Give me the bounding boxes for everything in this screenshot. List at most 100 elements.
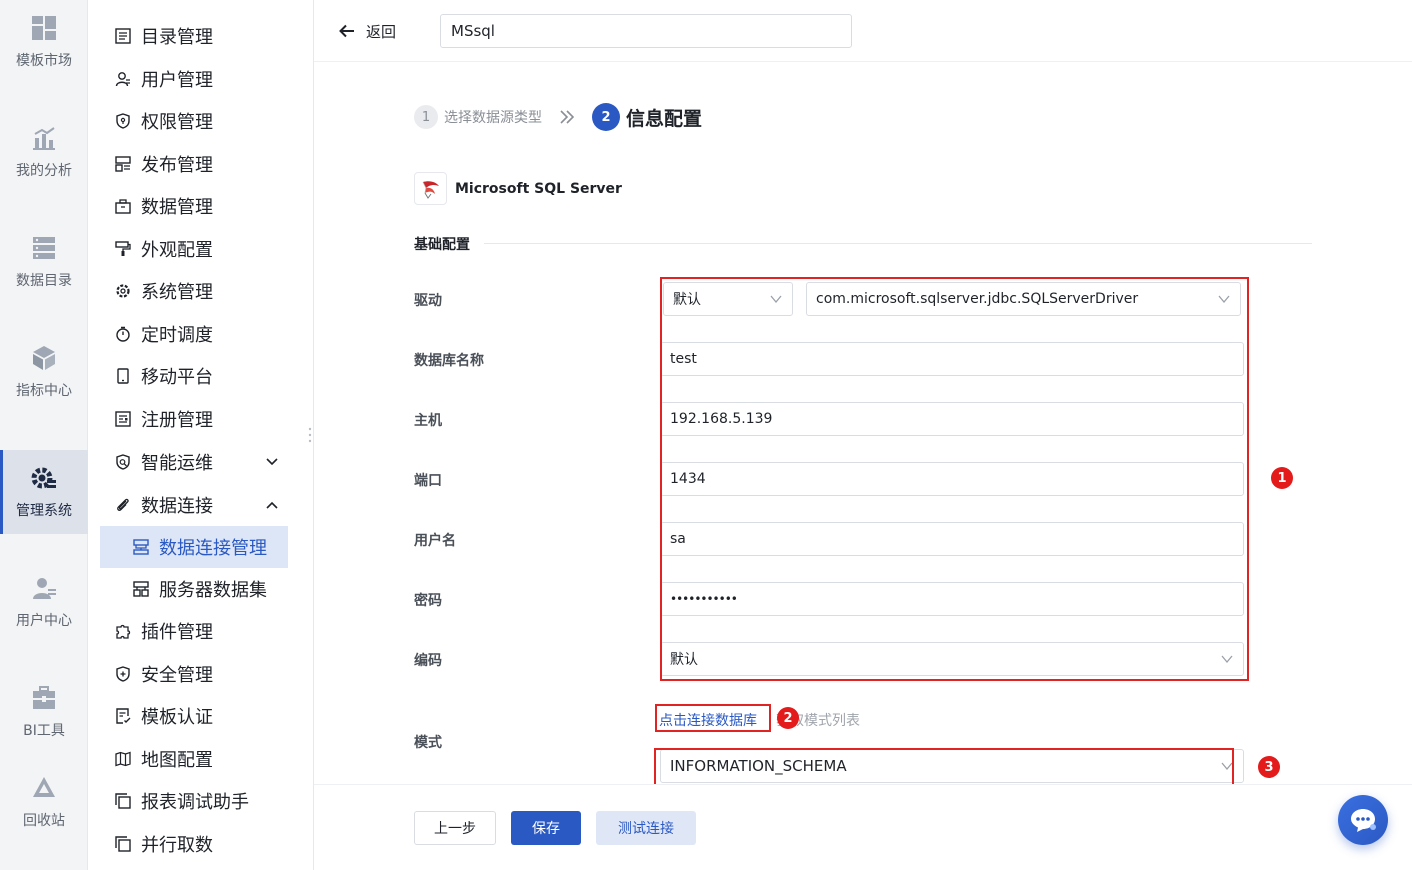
schema-label: 模式 [414,735,442,751]
step-1-label[interactable]: 选择数据源类型 [444,107,542,127]
connect-database-link[interactable]: 点击连接数据库 [659,710,757,730]
chevron-down-icon [770,295,782,304]
nav-item-appearance[interactable]: 外观配置 [114,234,213,264]
driver-class-select[interactable]: com.microsoft.sqlserver.jdbc.SQLServerDr… [806,282,1241,316]
puzzle-icon [114,622,132,640]
rail-item-data-catalog[interactable]: 数据目录 [0,220,88,304]
nav-item-plugins[interactable]: 插件管理 [114,616,213,646]
double-chevron-right-icon [560,110,575,124]
save-button[interactable]: 保存 [511,811,581,845]
chevron-up-icon[interactable] [264,497,280,513]
copy-icon [114,835,132,853]
nav-item-data-connection-management[interactable]: 数据连接管理 [100,526,288,568]
password-input[interactable]: ••••••••••• [660,582,1244,616]
host-label: 主机 [414,413,442,429]
dbname-input[interactable]: test [660,342,1244,376]
form-footer: 上一步 保存 测试连接 [314,784,1412,870]
rail-item-user-center[interactable]: 用户中心 [0,560,88,644]
nav-item-label: 发布管理 [141,155,213,176]
dataset-icon [132,580,150,598]
driver-mode-select[interactable]: 默认 [663,282,793,316]
nav-item-security[interactable]: 安全管理 [114,659,213,689]
nav-item-permissions[interactable]: 权限管理 [114,106,213,136]
form-icon [114,410,132,428]
nav-item-label: 移动平台 [141,367,213,388]
step-2-number: 2 [592,103,620,131]
phone-icon [114,367,132,385]
nav-item-users[interactable]: 用户管理 [114,64,213,94]
test-connection-button[interactable]: 测试连接 [596,811,696,845]
briefcase-icon [114,197,132,215]
user-icon [30,574,58,602]
top-bar: 返回 [314,0,1412,62]
connection-name-input[interactable] [440,14,852,48]
nav-item-report-debug[interactable]: 报表调试助手 [114,786,249,816]
rail-item-metrics-center[interactable]: 指标中心 [0,330,88,414]
chat-assistant-button[interactable] [1338,795,1388,845]
nav-item-label: 数据管理 [141,197,213,218]
layout-icon [114,155,132,173]
nav-item-registration[interactable]: 注册管理 [114,404,213,434]
schema-value: INFORMATION_SCHEMA [670,757,847,775]
rail-item-label: 数据目录 [16,273,72,289]
host-input[interactable]: 192.168.5.139 [660,402,1244,436]
nav-item-label: 注册管理 [141,410,213,431]
nav-item-label: 模板认证 [141,707,213,728]
arrow-left-icon [339,24,354,38]
nav-item-label: 智能运维 [141,453,213,474]
back-button[interactable]: 返回 [338,16,396,46]
list-icon [114,27,132,45]
encoding-select[interactable]: 默认 [660,642,1244,676]
nav-item-parallel-fetch[interactable]: 并行取数 [114,829,213,859]
nav-item-label: 服务器数据集 [159,580,267,601]
sql-server-logo-icon [414,172,447,205]
rail-item-bi-tools[interactable]: BI工具 [0,670,88,754]
nav-item-label: 用户管理 [141,70,213,91]
chart-icon [30,124,58,152]
previous-step-button[interactable]: 上一步 [414,811,496,845]
driver-class-value: com.microsoft.sqlserver.jdbc.SQLServerDr… [816,291,1139,307]
rail-item-label: 指标中心 [16,383,72,399]
smart-ops-icon [114,453,132,471]
chevron-down-icon [1221,762,1233,771]
nav-item-label: 目录管理 [141,27,213,48]
nav-item-publish[interactable]: 发布管理 [114,149,213,179]
paint-roller-icon [114,240,132,258]
nav-item-map-config[interactable]: 地图配置 [114,744,213,774]
rail-item-label: 用户中心 [16,613,72,629]
host-value: 192.168.5.139 [670,411,773,427]
nav-item-scheduling[interactable]: 定时调度 [114,319,213,349]
section-title: 基础配置 [414,237,470,253]
nav-item-server-dataset[interactable]: 服务器数据集 [100,568,288,610]
back-label: 返回 [366,22,397,41]
schema-select[interactable]: INFORMATION_SCHEMA [660,749,1244,783]
stepper: 1 选择数据源类型 2 信息配置 [414,102,702,132]
nav-item-catalog[interactable]: 目录管理 [114,21,213,51]
database-icon [30,234,58,262]
nav-item-mobile[interactable]: 移动平台 [114,361,213,391]
rail-item-label: 回收站 [23,813,65,829]
nav-item-label: 权限管理 [141,112,213,133]
nav-item-label: 并行取数 [141,835,213,856]
nav-item-data-management[interactable]: 数据管理 [114,191,213,221]
username-input[interactable]: sa [660,522,1244,556]
certificate-icon [114,707,132,725]
shield-icon [114,112,132,130]
rail-item-label: BI工具 [23,723,65,739]
rail-item-my-analysis[interactable]: 我的分析 [0,110,88,194]
rail-item-template-market[interactable]: 模板市场 [0,0,88,84]
rail-item-recycle-bin[interactable]: 回收站 [0,760,88,844]
chevron-down-icon[interactable] [264,454,280,470]
nav-item-data-connection[interactable]: 数据连接 [114,490,213,520]
recycle-icon [30,774,58,802]
nav-item-system[interactable]: 系统管理 [114,276,213,306]
annotation-badge-3: 3 [1258,756,1280,778]
nav-item-label: 定时调度 [141,325,213,346]
port-value: 1434 [670,471,706,487]
encoding-label: 编码 [414,653,442,669]
port-input[interactable]: 1434 [660,462,1244,496]
nav-item-template-certification[interactable]: 模板认证 [114,701,213,731]
nav-item-smart-ops[interactable]: 智能运维 [114,447,213,477]
copy-icon [114,792,132,810]
rail-item-management-system[interactable]: 管理系统 [0,450,88,534]
